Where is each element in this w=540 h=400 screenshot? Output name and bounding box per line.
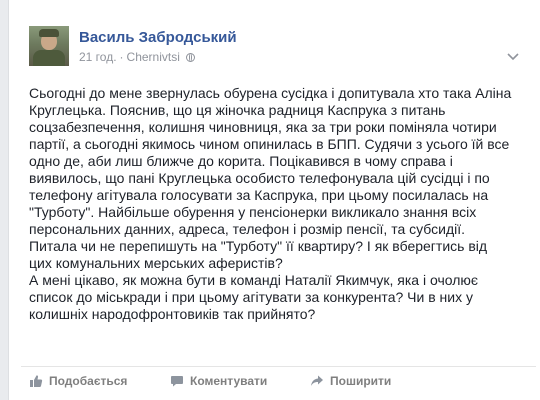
- post-text-line: персональних данних, адреса, телефон і р…: [29, 221, 466, 237]
- meta-separator: ·: [119, 50, 124, 64]
- globe-icon: [186, 53, 196, 62]
- post-text: Сьогодні до мене звернулась обурена сусі…: [29, 85, 527, 323]
- post-text-line: Сьогодні до мене звернулась обурена сусі…: [29, 85, 512, 101]
- share-label: Поширити: [330, 374, 392, 388]
- post-header: Василь Забродський 21 год. · Chernivtsi: [29, 22, 538, 72]
- post-text-line: цих комунальних мерських аферистів?: [29, 255, 283, 271]
- post-text-line: список до міськради і при цьому агітуват…: [29, 289, 473, 305]
- avatar[interactable]: [29, 26, 69, 66]
- like-button[interactable]: Подобається: [29, 374, 127, 388]
- comment-label: Коментувати: [190, 374, 268, 388]
- post-text-line: "Турботу". Найбільше обурення у пенсіоне…: [29, 204, 477, 220]
- author-name[interactable]: Василь Забродський: [79, 29, 237, 46]
- post-meta: 21 год. · Chernivtsi: [79, 50, 196, 64]
- post-text-line: А мені цікаво, як можна бути в команді Н…: [29, 272, 479, 288]
- like-label: Подобається: [49, 374, 128, 388]
- action-divider: [21, 366, 536, 367]
- post-text-line: виявилось, що пані Круглецька особисто т…: [29, 170, 490, 186]
- post-text-line: соцзабезпечення, колишня чиновниця, яка …: [29, 119, 497, 135]
- post-text-line: одно де, аби лиш ближче до корита. Поцік…: [29, 153, 453, 169]
- chevron-down-icon[interactable]: [506, 52, 520, 62]
- share-button[interactable]: Поширити: [310, 374, 391, 388]
- post-text-line: колишніх народофронтовиків так прийнято?: [29, 306, 316, 322]
- share-arrow-icon: [310, 374, 324, 388]
- post-location[interactable]: Chernivtsi: [127, 50, 180, 64]
- post-time[interactable]: 21 год.: [79, 50, 117, 64]
- post-card: Василь Забродський 21 год. · Chernivtsi Сь…: [8, 0, 540, 400]
- thumbs-up-icon: [29, 374, 43, 388]
- post-text-line: партії, а сьогодні якимось чином опинила…: [29, 136, 510, 152]
- post-text-line: Круглецька. Пояснив, що ця жіночка радни…: [29, 102, 446, 118]
- post-actions: Подобається Коментувати Поширити: [29, 372, 538, 392]
- speech-bubble-icon: [170, 374, 184, 388]
- post-text-line: Питала чи не перепишуть на "Турботу" її …: [29, 238, 488, 254]
- comment-button[interactable]: Коментувати: [170, 374, 267, 388]
- post-text-line: телефону агітувала голосувати за Каспрук…: [29, 187, 489, 203]
